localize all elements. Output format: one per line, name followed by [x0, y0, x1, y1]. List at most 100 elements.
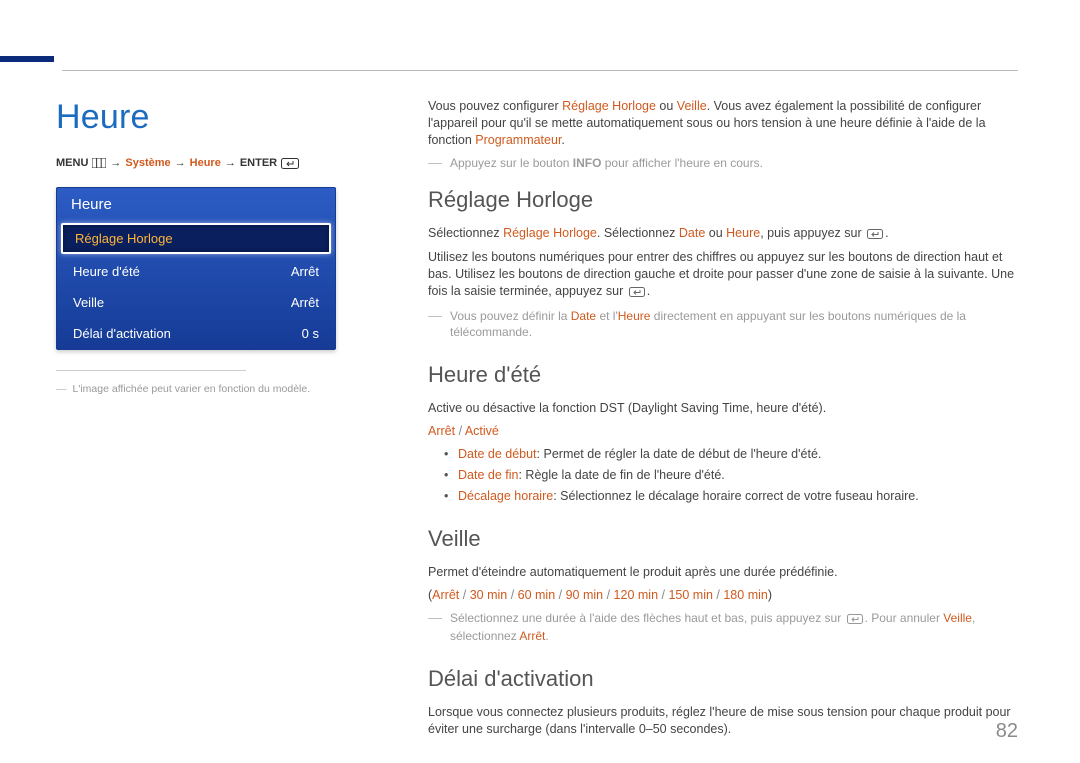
- text: Sélectionnez: [428, 226, 503, 240]
- link-reglage: Réglage Horloge: [562, 99, 656, 113]
- breadcrumb-enter: ENTER: [240, 157, 277, 169]
- text: Vous pouvez configurer: [428, 99, 562, 113]
- enter-icon: [629, 285, 645, 302]
- info-bold: INFO: [573, 156, 602, 170]
- opt: Arrêt: [432, 588, 459, 602]
- osd-item-veille[interactable]: Veille Arrêt: [57, 287, 335, 318]
- link-veille: Veille: [677, 99, 707, 113]
- link: Date: [571, 309, 596, 323]
- arrow-icon: →: [225, 157, 236, 169]
- link: Date de début: [458, 447, 537, 461]
- right-column: Vous pouvez configurer Réglage Horloge o…: [428, 98, 1018, 744]
- link: Veille: [943, 611, 972, 625]
- rh-note: Vous pouvez définir la Date et l'Heure d…: [428, 308, 1018, 340]
- breadcrumb-heure: Heure: [190, 157, 221, 169]
- link-programmateur: Programmateur: [475, 133, 561, 147]
- breadcrumb: MENU → Système → Heure → ENTER: [56, 157, 388, 169]
- rh-p2: Utilisez les boutons numériques pour ent…: [428, 249, 1018, 302]
- link: Réglage Horloge: [503, 226, 597, 240]
- list-item: Date de début: Permet de régler la date …: [444, 446, 1018, 463]
- text: : Permet de régler la date de début de l…: [537, 447, 822, 461]
- left-divider: [56, 370, 246, 371]
- opt: 90 min: [566, 588, 604, 602]
- text: et l': [596, 309, 618, 323]
- enter-icon: [867, 227, 883, 244]
- he-options: Arrêt / Activé: [428, 423, 1018, 440]
- link: Heure: [618, 309, 651, 323]
- osd-panel: Heure Réglage Horloge Heure d'été Arrêt …: [56, 187, 336, 350]
- h2-heure-ete: Heure d'été: [428, 360, 1018, 390]
- osd-item-value: Arrêt: [291, 264, 319, 279]
- list-item: Date de fin: Règle la date de fin de l'h…: [444, 467, 1018, 484]
- left-footnote-text: L'image affichée peut varier en fonction…: [73, 383, 311, 395]
- enter-icon: [281, 157, 299, 169]
- arrow-icon: →: [175, 157, 186, 169]
- content-row: Heure MENU → Système → Heure → ENTER Heu…: [56, 98, 1018, 744]
- text: : Règle la date de fin de l'heure d'été.: [518, 468, 724, 482]
- text: ou: [656, 99, 677, 113]
- text: Appuyez sur le bouton: [450, 156, 573, 170]
- ve-options: (Arrêt / 30 min / 60 min / 90 min / 120 …: [428, 587, 1018, 604]
- h2-veille: Veille: [428, 524, 1018, 554]
- left-footnote: ―L'image affichée peut varier en fonctio…: [56, 383, 388, 395]
- text: pour afficher l'heure en cours.: [601, 156, 763, 170]
- top-divider: [62, 70, 1018, 71]
- dash-icon: [428, 618, 442, 619]
- tab-marker: [0, 56, 54, 62]
- osd-item-heure-ete[interactable]: Heure d'été Arrêt: [57, 256, 335, 287]
- text: : Sélectionnez le décalage horaire corre…: [553, 489, 919, 503]
- osd-item-delai[interactable]: Délai d'activation 0 s: [57, 318, 335, 349]
- intro-paragraph: Vous pouvez configurer Réglage Horloge o…: [428, 98, 1018, 149]
- opt: 30 min: [470, 588, 508, 602]
- h2-reglage: Réglage Horloge: [428, 185, 1018, 215]
- osd-title: Heure: [57, 188, 335, 221]
- ve-p1: Permet d'éteindre automatiquement le pro…: [428, 564, 1018, 581]
- breadcrumb-systeme: Système: [125, 157, 170, 169]
- sep: /: [507, 588, 517, 602]
- he-bullets: Date de début: Permet de régler la date …: [428, 446, 1018, 505]
- left-column: Heure MENU → Système → Heure → ENTER Heu…: [56, 98, 388, 744]
- paren: ): [768, 588, 772, 602]
- menu-grid-icon: [92, 157, 106, 169]
- opt: Activé: [465, 424, 499, 438]
- link: Décalage horaire: [458, 489, 553, 503]
- breadcrumb-menu: MENU: [56, 157, 88, 169]
- text: Utilisez les boutons numériques pour ent…: [428, 250, 1014, 298]
- text: . Pour annuler: [865, 611, 944, 625]
- h2-delai: Délai d'activation: [428, 664, 1018, 694]
- ve-note: Sélectionnez une durée à l'aide des flèc…: [428, 610, 1018, 644]
- opt: 150 min: [668, 588, 712, 602]
- sep: /: [455, 424, 465, 438]
- list-item: Décalage horaire: Sélectionnez le décala…: [444, 488, 1018, 505]
- arrow-icon: →: [110, 157, 121, 169]
- he-p1: Active ou désactive la fonction DST (Day…: [428, 400, 1018, 417]
- sep: /: [603, 588, 613, 602]
- sep: /: [555, 588, 565, 602]
- info-note: Appuyez sur le bouton INFO pour afficher…: [428, 155, 1018, 171]
- text: Vous pouvez définir la: [450, 309, 571, 323]
- link: Date de fin: [458, 468, 518, 482]
- opt: 180 min: [723, 588, 767, 602]
- osd-item-label: Heure d'été: [73, 264, 140, 279]
- rh-p1: Sélectionnez Réglage Horloge. Sélectionn…: [428, 225, 1018, 244]
- osd-item-reglage[interactable]: Réglage Horloge: [61, 223, 331, 254]
- osd-item-value: 0 s: [302, 326, 319, 341]
- sep: /: [459, 588, 469, 602]
- opt: 120 min: [614, 588, 658, 602]
- opt: Arrêt: [428, 424, 455, 438]
- link: Arrêt: [519, 629, 545, 643]
- enter-icon: [847, 612, 863, 628]
- sep: /: [713, 588, 723, 602]
- dash-icon: [428, 316, 442, 317]
- text: .: [561, 133, 564, 147]
- text: Sélectionnez une durée à l'aide des flèc…: [450, 611, 845, 625]
- osd-item-label: Réglage Horloge: [75, 231, 173, 246]
- text: .: [647, 284, 650, 298]
- text: . Sélectionnez: [597, 226, 679, 240]
- osd-item-label: Délai d'activation: [73, 326, 171, 341]
- text: , puis appuyez sur: [760, 226, 865, 240]
- page: Heure MENU → Système → Heure → ENTER Heu…: [0, 0, 1080, 763]
- text: ou: [705, 226, 726, 240]
- osd-item-value: Arrêt: [291, 295, 319, 310]
- osd-item-label: Veille: [73, 295, 104, 310]
